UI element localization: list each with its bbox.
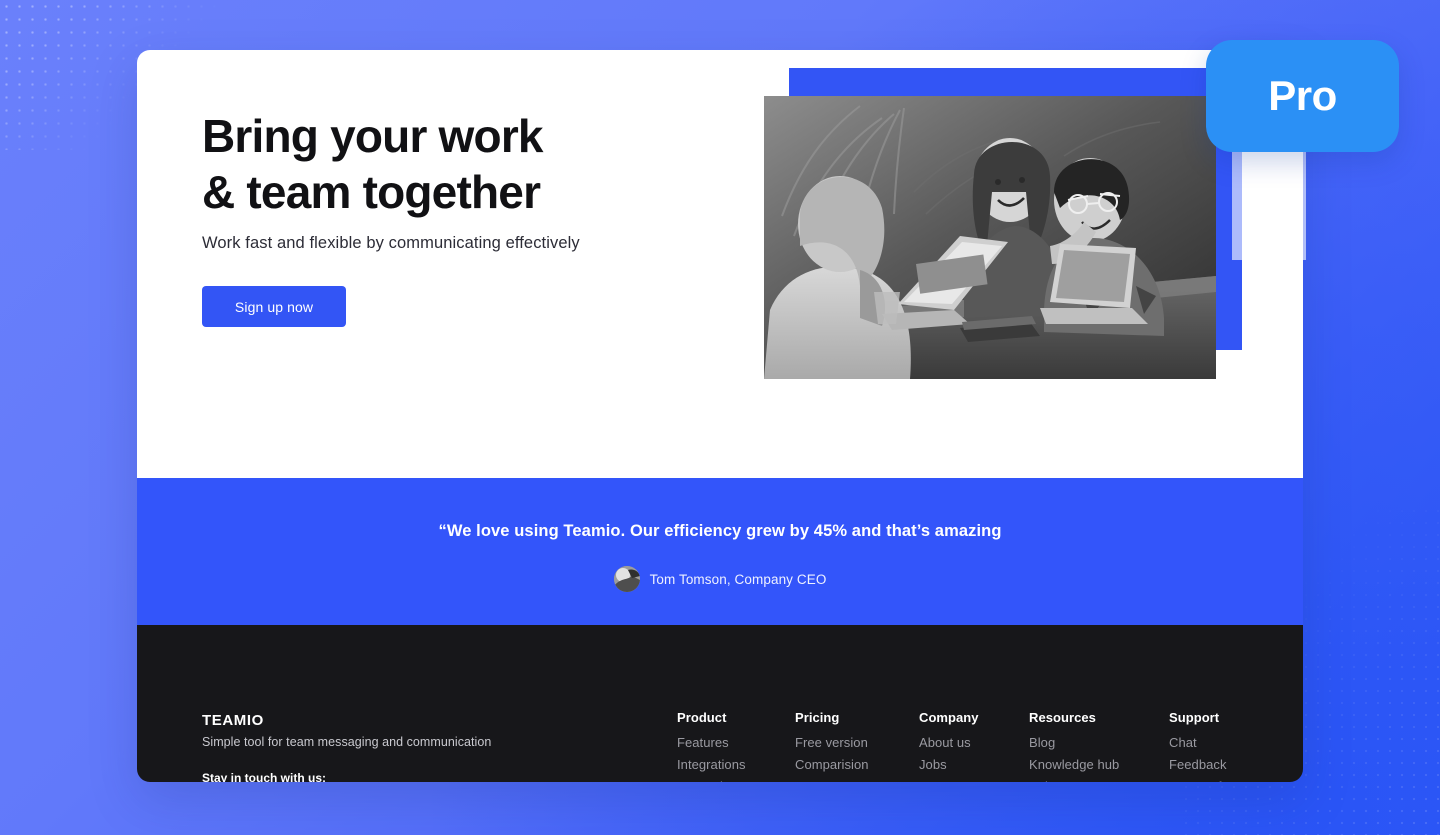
footer-column-resources: Resources Blog Knowledge hub Sales suppo… (1029, 710, 1169, 782)
hero-title: Bring your work & team together (202, 108, 762, 220)
footer-column-pricing: Pricing Free version Comparision (795, 710, 919, 782)
landing-page-card: Bring your work & team together Work fast… (137, 50, 1303, 782)
hero-title-line-2: & team together (202, 166, 541, 218)
footer-column-heading: Company (919, 710, 979, 725)
testimonial-author: Tom Tomson, Company CEO (649, 571, 827, 587)
footer: TEAMIO Simple tool for team messaging an… (137, 625, 1303, 782)
testimonial-section: “We love using Teamio. Our efficiency gr… (137, 478, 1303, 625)
footer-column-company: Company About us Jobs News (919, 710, 1029, 782)
footer-link-about-us[interactable]: About us (919, 735, 1029, 750)
footer-link-comparision[interactable]: Comparision (795, 757, 919, 772)
footer-column-heading: Pricing (795, 710, 840, 725)
footer-link-free-version[interactable]: Free version (795, 735, 919, 750)
hero-section: Bring your work & team together Work fast… (137, 50, 1303, 478)
footer-column-support: Support Chat Feedback Contact form (1169, 710, 1289, 782)
footer-link-feedback[interactable]: Feedback (1169, 757, 1289, 772)
footer-link-blog[interactable]: Blog (1029, 735, 1169, 750)
footer-link-chat[interactable]: Chat (1169, 735, 1289, 750)
footer-link-jobs[interactable]: Jobs (919, 757, 1029, 772)
hero-title-line-1: Bring your work (202, 110, 544, 162)
stay-in-touch-label: Stay in touch with us: (202, 771, 327, 782)
footer-column-heading: Support (1169, 710, 1220, 725)
footer-link-knowledge-hub[interactable]: Knowledge hub (1029, 757, 1169, 772)
footer-link-integrations[interactable]: Integrations (677, 757, 795, 772)
footer-column-heading: Product (677, 710, 727, 725)
footer-link-contact-form[interactable]: Contact form (1169, 779, 1289, 782)
footer-link-columns: Product Features Integrations Enterprise… (677, 710, 1289, 782)
pro-badge-backdrop (1232, 140, 1306, 260)
hero-photo (764, 96, 1216, 379)
sign-up-button[interactable]: Sign up now (202, 286, 346, 327)
hero-subtitle: Work fast and flexible by communicating … (202, 234, 580, 252)
footer-column-product: Product Features Integrations Enterprise (677, 710, 795, 782)
avatar (613, 566, 640, 592)
footer-link-enterprise[interactable]: Enterprise (677, 779, 795, 782)
footer-link-news[interactable]: News (919, 779, 1029, 782)
testimonial-quote: “We love using Teamio. Our efficiency gr… (438, 522, 1002, 540)
footer-column-heading: Resources (1029, 710, 1096, 725)
testimonial-attribution: Tom Tomson, Company CEO (137, 566, 1303, 592)
footer-brand-name: TEAMIO (202, 712, 264, 729)
footer-link-sales-support[interactable]: Sales support (1029, 779, 1169, 782)
footer-tagline: Simple tool for team messaging and commu… (202, 735, 492, 749)
pro-badge[interactable]: Pro (1206, 40, 1399, 152)
footer-link-features[interactable]: Features (677, 735, 795, 750)
